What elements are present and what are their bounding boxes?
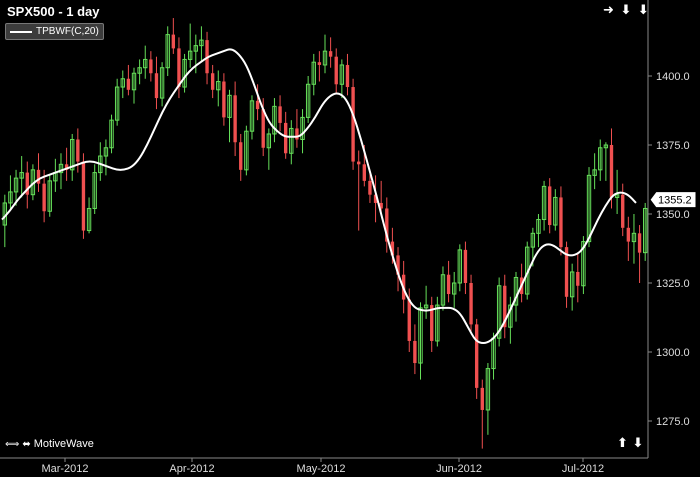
candle-body — [446, 274, 451, 295]
candle-body — [295, 128, 299, 140]
footer-brand: ⟺ ⬌ MotiveWave — [5, 438, 94, 450]
zoom-down-icon[interactable]: ⬇ — [638, 3, 650, 18]
candle-body — [81, 161, 86, 231]
candle-body — [255, 100, 260, 110]
candle-body — [480, 387, 484, 410]
candle-body — [474, 324, 479, 388]
candle-body — [469, 283, 473, 325]
scroll-down-icon[interactable]: ⬇ — [620, 3, 632, 18]
chart-container: 1275.0 1300.0 1325.0 1350.0 1375.0 1400.0 Mar-… — [0, 0, 700, 477]
candle-body — [261, 109, 265, 148]
zoom-up-icon[interactable]: ⬆ — [617, 436, 628, 451]
y-tick-label: 1325.0 — [656, 278, 690, 290]
candle-body — [609, 145, 614, 198]
candle-body — [621, 194, 625, 228]
brand-label: MotiveWave — [33, 438, 94, 450]
candle-body — [328, 51, 333, 57]
candlestick-chart: 1275.0 1300.0 1325.0 1350.0 1375.0 1400.0 Mar-… — [0, 0, 700, 477]
y-tick-label: 1400.0 — [656, 71, 690, 83]
candle-body — [407, 299, 411, 341]
last-price-tag: 1355.2 — [649, 191, 697, 209]
y-tick-label: 1350.0 — [656, 209, 690, 221]
candle-body — [576, 271, 580, 286]
zoom-out-down-icon[interactable]: ⬇ — [632, 436, 643, 451]
candle-body — [362, 164, 367, 181]
indicator-legend[interactable]: TPBWF(C,20) — [5, 23, 104, 40]
candle-body — [36, 169, 41, 184]
x-tick-label: Jul-2012 — [562, 463, 604, 475]
candle-body — [413, 340, 417, 364]
candle-body — [548, 186, 552, 226]
x-tick-label: Apr-2012 — [169, 463, 214, 475]
candle-body — [76, 139, 80, 162]
candle-body — [626, 227, 631, 242]
candle-body — [317, 62, 322, 65]
indicator-line — [1, 48, 637, 345]
y-tick-label: 1275.0 — [656, 416, 690, 428]
candle-body — [149, 59, 153, 74]
candle-body — [222, 81, 226, 118]
chart-title: SPX500 - 1 day — [7, 4, 100, 19]
candle-body — [210, 73, 215, 90]
vertical-zoom-controls: ⬆ ⬇ — [617, 436, 643, 451]
x-tick-label: Mar-2012 — [41, 463, 88, 475]
y-tick-label: 1300.0 — [656, 347, 690, 359]
candle-body — [463, 249, 468, 283]
candle-body — [177, 48, 181, 88]
legend-line-swatch — [10, 30, 32, 33]
candle-body — [171, 34, 176, 49]
candle-body — [559, 197, 563, 248]
candle-body — [126, 78, 131, 90]
candles-layer — [2, 18, 648, 449]
scroll-right-icon[interactable]: ➜ — [603, 3, 615, 18]
candle-body — [278, 106, 282, 123]
candle-body — [233, 95, 237, 143]
candle-body — [283, 122, 288, 154]
candle-body — [154, 73, 159, 99]
axes-layer: 1275.0 1300.0 1325.0 1350.0 1375.0 1400.0 Mar-… — [0, 0, 700, 477]
candle-body — [357, 161, 361, 165]
candle-body — [368, 180, 372, 195]
candle-body — [42, 183, 46, 212]
legend-label: TPBWF(C,20) — [36, 26, 99, 37]
x-tick-label: May-2012 — [297, 463, 346, 475]
candle-body — [334, 56, 338, 85]
x-tick-label: Jun-2012 — [436, 463, 482, 475]
candle-body — [351, 87, 355, 162]
candle-body — [345, 64, 350, 88]
last-price-label: 1355.2 — [658, 195, 692, 207]
y-tick-label: 1375.0 — [656, 140, 690, 152]
candle-body — [239, 142, 243, 170]
expand-horizontal-icon[interactable]: ⟺ — [5, 439, 19, 450]
candle-body — [637, 233, 642, 253]
shrink-horizontal-icon[interactable]: ⬌ — [22, 439, 30, 450]
nav-controls: ➜ ⬇ ⬇ — [603, 3, 650, 18]
